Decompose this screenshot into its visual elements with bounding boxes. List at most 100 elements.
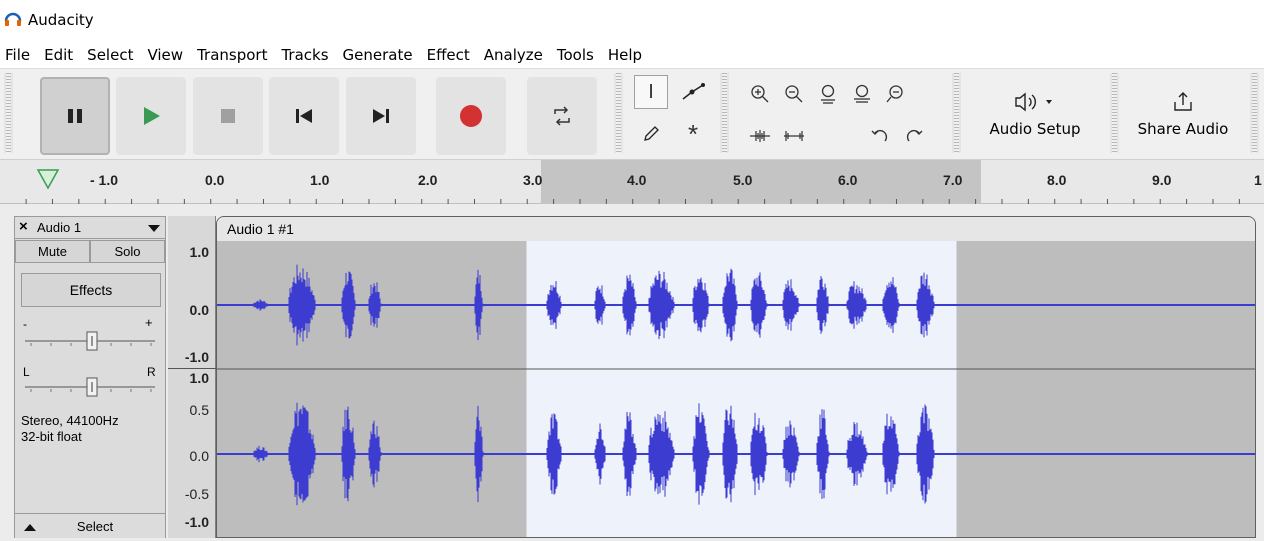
silence-button[interactable] (779, 121, 809, 151)
scale-label: 0.0 (189, 302, 209, 318)
scale-label: 0.5 (189, 402, 209, 418)
zoom-in-button[interactable] (745, 79, 775, 109)
zoom-out-button[interactable] (779, 79, 809, 109)
share-audio-button[interactable]: Share Audio (1124, 71, 1242, 157)
tick-label: 1.0 (310, 172, 330, 188)
close-track-icon[interactable]: × (19, 218, 28, 235)
track-control-panel: × Audio 1 Mute Solo Effects - + L R Ster… (14, 216, 166, 538)
redo-button[interactable] (899, 121, 929, 151)
tick-label: 5.0 (733, 172, 753, 188)
tick-label: 1 (1254, 172, 1262, 188)
clip-title[interactable]: Audio 1 #1 (217, 217, 1255, 241)
tick-label: 4.0 (627, 172, 647, 188)
selection-tool[interactable]: I (634, 75, 668, 109)
select-track-button[interactable]: Select (15, 513, 165, 538)
audio-clip[interactable]: Audio 1 #1 (216, 216, 1256, 538)
menu-view[interactable]: View (140, 44, 190, 68)
skip-to-end-button[interactable] (346, 77, 416, 155)
menu-file[interactable]: File (0, 44, 37, 68)
draw-tool[interactable] (634, 117, 668, 151)
mute-button[interactable]: Mute (15, 240, 90, 263)
menu-tracks[interactable]: Tracks (274, 44, 335, 68)
track-format-rate: Stereo, 44100Hz (21, 413, 119, 428)
loop-icon (554, 106, 570, 126)
audio-setup-label: Audio Setup (989, 120, 1081, 138)
channel-divider (168, 368, 216, 369)
zoom-toggle-button[interactable] (881, 79, 911, 109)
toolbar-grip[interactable] (952, 73, 961, 153)
stop-button[interactable] (193, 77, 263, 155)
scale-label: -1.0 (184, 514, 209, 530)
fit-selection-icon (821, 84, 835, 104)
fit-selection-button[interactable] (813, 79, 843, 109)
track-menu-dropdown-icon[interactable] (147, 224, 161, 234)
envelope-tool[interactable] (676, 75, 710, 109)
toolbar: I * Audio Setup Share Audio (0, 68, 1264, 160)
gain-plus-label: + (145, 315, 153, 330)
audio-setup-button[interactable]: Audio Setup (970, 71, 1100, 157)
timeline-ruler[interactable]: - 1.0 0.0 1.0 2.0 3.0 4.0 5.0 6.0 7.0 8.… (0, 160, 1264, 204)
pause-button[interactable] (40, 77, 110, 155)
multi-tool[interactable]: * (676, 117, 710, 151)
menu-edit[interactable]: Edit (37, 44, 80, 68)
effects-button[interactable]: Effects (21, 273, 161, 307)
undo-button[interactable] (865, 121, 895, 151)
solo-button[interactable]: Solo (90, 240, 165, 263)
asterisk-icon: * (687, 118, 699, 149)
stop-icon (221, 109, 235, 123)
record-icon (460, 105, 482, 127)
menu-help[interactable]: Help (601, 44, 649, 68)
trim-icon (750, 130, 770, 142)
tick-label: 9.0 (1152, 172, 1172, 188)
track-header: × Audio 1 (15, 217, 165, 239)
track-format-bits: 32-bit float (21, 429, 82, 444)
skip-end-icon (373, 109, 389, 123)
menu-transport[interactable]: Transport (190, 44, 274, 68)
audacity-logo-icon (4, 12, 22, 26)
envelope-icon (682, 83, 705, 100)
zoom-in-icon (751, 85, 769, 103)
scale-label: 0.0 (189, 448, 209, 464)
scale-label: 1.0 (189, 244, 209, 260)
waveform[interactable] (217, 241, 1256, 538)
menu-select[interactable]: Select (80, 44, 140, 68)
window-title: Audacity (28, 11, 94, 29)
share-audio-label: Share Audio (1137, 120, 1229, 138)
scale-label: -1.0 (184, 349, 209, 365)
pause-icon (68, 109, 82, 123)
skip-to-start-button[interactable] (269, 77, 339, 155)
title-bar: Audacity (0, 0, 1264, 40)
vertical-ruler[interactable]: 1.0 0.0 -1.0 1.0 0.5 0.0 -0.5 -1.0 (168, 216, 216, 538)
menu-generate[interactable]: Generate (336, 44, 420, 68)
speaker-icon (1015, 92, 1052, 112)
trim-outside-button[interactable] (745, 121, 775, 151)
i-beam-icon: I (648, 80, 654, 103)
tick-label: 8.0 (1047, 172, 1067, 188)
select-label: Select (76, 518, 114, 534)
record-button[interactable] (436, 77, 506, 155)
menu-tools[interactable]: Tools (550, 44, 601, 68)
loop-button[interactable] (527, 77, 597, 155)
play-button[interactable] (116, 77, 186, 155)
toolbar-grip[interactable] (1110, 73, 1119, 153)
menu-analyze[interactable]: Analyze (477, 44, 550, 68)
toolbar-grip[interactable] (4, 73, 13, 153)
zoom-toggle-icon (886, 85, 903, 103)
tick-label: 7.0 (943, 172, 963, 188)
menu-effect[interactable]: Effect (420, 44, 477, 68)
pan-slider[interactable] (21, 375, 161, 397)
toolbar-grip[interactable] (1250, 73, 1259, 153)
toolbar-grip[interactable] (720, 73, 729, 153)
tick-label: 3.0 (523, 172, 543, 188)
fit-project-icon (854, 84, 870, 103)
share-upload-icon (1174, 92, 1192, 111)
tick-label: - 1.0 (90, 172, 119, 188)
fit-project-button[interactable] (847, 79, 877, 109)
collapse-track-icon[interactable] (23, 522, 37, 532)
track-name[interactable]: Audio 1 (37, 220, 81, 235)
track-area: × Audio 1 Mute Solo Effects - + L R Ster… (0, 204, 1264, 541)
menu-bar: File Edit Select View Transport Tracks G… (0, 44, 649, 68)
gain-slider[interactable] (21, 329, 161, 351)
toolbar-grip[interactable] (614, 73, 623, 153)
tick-label: 0.0 (205, 172, 225, 188)
